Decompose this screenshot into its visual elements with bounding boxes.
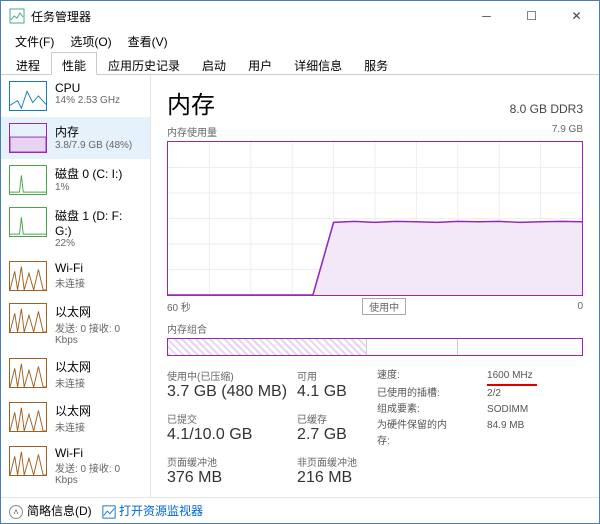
composition-standby <box>367 339 458 355</box>
titlebar: 任务管理器 ─ ☐ ✕ <box>1 1 599 31</box>
sidebar-item-3[interactable]: 磁盘 1 (D: F: G:)22% <box>1 201 150 255</box>
tab-1[interactable]: 性能 <box>51 52 97 75</box>
sidebar-item-0[interactable]: CPU14% 2.53 GHz <box>1 75 150 117</box>
sidebar-item-name: Wi-Fi <box>55 446 142 460</box>
mini-chart-net <box>9 303 47 333</box>
collapse-button[interactable]: ˄ 简略信息(D) <box>9 502 92 519</box>
menu-view[interactable]: 查看(V) <box>120 31 176 51</box>
form-value: SODIMM <box>487 402 528 418</box>
sidebar-item-name: 内存 <box>55 123 132 140</box>
sidebar-item-name: 以太网 <box>55 358 91 375</box>
chart-title: 内存使用量 <box>167 124 217 139</box>
tab-5[interactable]: 详细信息 <box>283 52 353 75</box>
sidebar-item-sub: 22% <box>55 238 142 249</box>
chart-ymax: 7.9 GB <box>552 124 583 139</box>
memory-composition-bar <box>167 338 583 356</box>
menu-options[interactable]: 选项(O) <box>62 31 119 51</box>
slots-key: 已使用的插槽: <box>377 386 457 402</box>
slots-value: 2/2 <box>487 386 501 402</box>
sidebar-item-6[interactable]: 以太网未连接 <box>1 352 150 396</box>
cached-label: 已缓存 <box>297 411 357 426</box>
tabbar: 进程性能应用历史记录启动用户详细信息服务 <box>1 51 599 75</box>
sidebar-item-name: 磁盘 0 (C: I:) <box>55 165 122 182</box>
memory-usage-chart <box>167 141 583 296</box>
tab-6[interactable]: 服务 <box>353 52 399 75</box>
tab-3[interactable]: 启动 <box>191 52 237 75</box>
menu-file[interactable]: 文件(F) <box>7 31 62 51</box>
mini-chart-net <box>9 261 47 291</box>
mini-chart-net <box>9 402 47 432</box>
memory-spec: 8.0 GB DDR3 <box>510 102 583 116</box>
form-key: 组成要素: <box>377 402 457 418</box>
committed-label: 已提交 <box>167 411 287 426</box>
x-axis-right: 0 <box>577 301 583 312</box>
sidebar: CPU14% 2.53 GHz内存3.8/7.9 GB (48%)磁盘 0 (C… <box>1 75 151 497</box>
app-icon <box>9 8 25 24</box>
sidebar-item-sub: 1% <box>55 182 122 193</box>
minimize-button[interactable]: ─ <box>464 1 509 31</box>
speed-value: 1600 MHz <box>487 368 537 386</box>
paged-label: 页面缓冲池 <box>167 454 287 469</box>
main-panel: 内存 8.0 GB DDR3 内存使用量 7.9 GB 60 秒 使用中 0 内… <box>151 75 599 497</box>
x-axis-left: 60 秒 <box>167 299 191 314</box>
sidebar-item-4[interactable]: Wi-Fi未连接 <box>1 255 150 297</box>
mini-chart-mem <box>9 123 47 153</box>
open-monitor-link[interactable]: 打开资源监视器 <box>102 502 203 519</box>
sidebar-item-sub: 未连接 <box>55 375 91 390</box>
mini-chart-cpu <box>9 81 47 111</box>
sidebar-item-name: 以太网 <box>55 402 91 419</box>
avail-value: 4.1 GB <box>297 383 357 401</box>
used-value: 3.7 GB (480 MB) <box>167 383 287 401</box>
sidebar-item-name: 以太网 <box>55 303 142 320</box>
composition-title: 内存组合 <box>167 321 583 336</box>
sidebar-item-name: 磁盘 1 (D: F: G:) <box>55 207 142 238</box>
sidebar-item-name: Wi-Fi <box>55 261 85 275</box>
cached-value: 2.7 GB <box>297 426 357 444</box>
sidebar-item-sub: 14% 2.53 GHz <box>55 95 120 106</box>
reserved-key: 为硬件保留的内存: <box>377 418 457 450</box>
mini-chart-net <box>9 446 47 476</box>
sidebar-item-sub: 3.8/7.9 GB (48%) <box>55 140 132 151</box>
open-monitor-label: 打开资源监视器 <box>119 504 203 518</box>
menubar: 文件(F) 选项(O) 查看(V) <box>1 31 599 51</box>
sidebar-item-sub: 未连接 <box>55 275 85 290</box>
chevron-up-icon: ˄ <box>9 505 23 519</box>
paged-value: 376 MB <box>167 469 287 487</box>
footer: ˄ 简略信息(D) 打开资源监视器 <box>1 497 599 523</box>
sidebar-item-2[interactable]: 磁盘 0 (C: I:)1% <box>1 159 150 201</box>
sidebar-item-sub: 发送: 0 接收: 0 Kbps <box>55 460 142 486</box>
reserved-value: 84.9 MB <box>487 418 524 450</box>
tab-4[interactable]: 用户 <box>237 52 283 75</box>
sidebar-item-1[interactable]: 内存3.8/7.9 GB (48%) <box>1 117 150 159</box>
mini-chart-disk <box>9 165 47 195</box>
maximize-button[interactable]: ☐ <box>509 1 554 31</box>
close-button[interactable]: ✕ <box>554 1 599 31</box>
sidebar-item-5[interactable]: 以太网发送: 0 接收: 0 Kbps <box>1 297 150 352</box>
committed-value: 4.1/10.0 GB <box>167 426 287 444</box>
used-label: 使用中(已压缩) <box>167 368 287 383</box>
nonpaged-label: 非页面缓冲池 <box>297 454 357 469</box>
speed-key: 速度: <box>377 368 457 386</box>
x-axis-legend: 使用中 <box>362 298 406 315</box>
tab-0[interactable]: 进程 <box>5 52 51 75</box>
composition-used <box>168 339 367 355</box>
tab-2[interactable]: 应用历史记录 <box>97 52 191 75</box>
sidebar-item-8[interactable]: Wi-Fi发送: 0 接收: 0 Kbps <box>1 440 150 492</box>
window-title: 任务管理器 <box>31 8 464 25</box>
page-title: 内存 <box>167 85 215 120</box>
nonpaged-value: 216 MB <box>297 469 357 487</box>
mini-chart-disk <box>9 207 47 237</box>
brief-label: 简略信息(D) <box>27 504 92 518</box>
avail-label: 可用 <box>297 368 357 383</box>
sidebar-item-name: CPU <box>55 81 120 95</box>
sidebar-item-7[interactable]: 以太网未连接 <box>1 396 150 440</box>
mini-chart-net <box>9 358 47 388</box>
sidebar-item-sub: 未连接 <box>55 419 91 434</box>
sidebar-item-sub: 发送: 0 接收: 0 Kbps <box>55 320 142 346</box>
